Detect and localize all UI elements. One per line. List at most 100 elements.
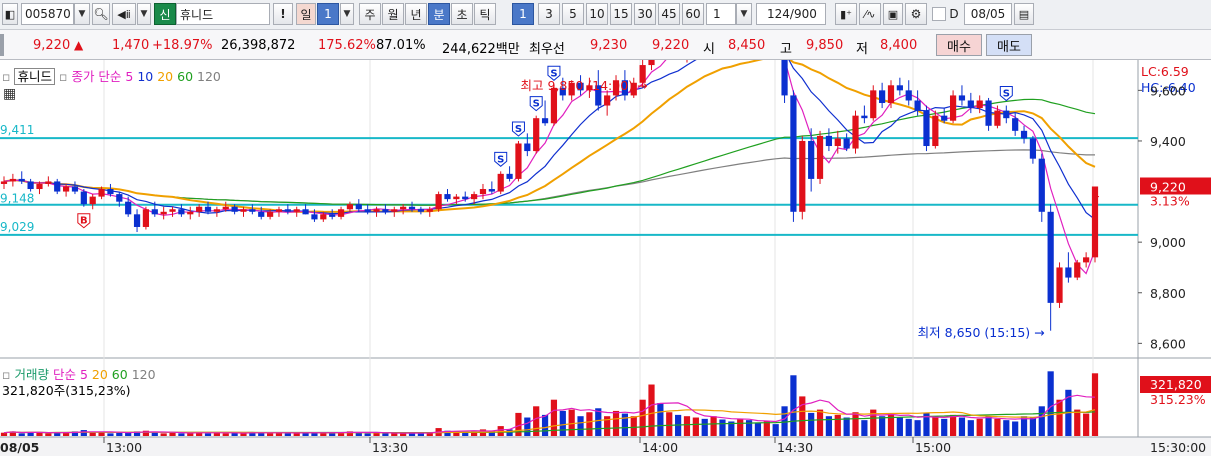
stock-code-dropdown[interactable]: ▼	[74, 3, 90, 25]
volume-ma60-line	[3, 411, 1096, 434]
buy-button[interactable]: 매수	[936, 34, 982, 56]
candle-body	[373, 209, 380, 212]
candle-body	[870, 90, 877, 119]
candle-body	[905, 90, 912, 101]
grid-icon[interactable]: ▦	[3, 86, 16, 102]
interval-dropdown[interactable]: ▼	[736, 3, 752, 25]
candle-body	[204, 206, 212, 212]
alert-button[interactable]: !	[273, 3, 293, 25]
interval-tab-1[interactable]: 1	[512, 3, 534, 25]
candle-body	[879, 90, 886, 104]
stock-code-input[interactable]: 005870	[21, 3, 74, 25]
view-total: /900	[789, 7, 817, 21]
interval-tab-3[interactable]: 3	[538, 3, 560, 25]
period-tab-2[interactable]: 년	[405, 3, 427, 25]
candle-body	[958, 95, 966, 101]
interval-tab-30[interactable]: 30	[634, 3, 656, 25]
speaker-dropdown[interactable]: ▼	[137, 3, 151, 25]
candle-body	[249, 209, 256, 212]
level-label-1: 9,148	[0, 192, 34, 206]
volume-bar	[719, 419, 726, 436]
open-price: 8,450	[728, 38, 766, 53]
compare-icon[interactable]: ▮⁺	[835, 3, 857, 25]
gear-icon[interactable]: ⚙	[905, 3, 927, 25]
stock-name-field[interactable]: 휴니드	[176, 3, 270, 25]
calendar-icon[interactable]: ▤	[1014, 3, 1034, 25]
volume-bar	[949, 414, 957, 436]
candle-body	[89, 196, 96, 205]
ma20-label[interactable]: 20	[157, 69, 173, 84]
candle-body	[160, 211, 167, 215]
search-icon[interactable]: 🔍︎	[92, 3, 110, 25]
volume-bar	[657, 403, 664, 436]
candle-body	[27, 181, 34, 190]
ma-label[interactable]: 종가 단순	[71, 69, 121, 84]
period-tab-5[interactable]: 틱	[474, 3, 496, 25]
quote-bar-grip	[0, 34, 4, 56]
candle-body	[887, 85, 895, 104]
period-daily-button[interactable]: 일	[296, 3, 316, 25]
volume-pct-label: 315.23%	[1150, 392, 1206, 407]
candle-body	[45, 181, 52, 184]
layout-icon[interactable]: ◧	[2, 3, 18, 25]
d-checkbox[interactable]	[932, 7, 946, 21]
period-tab-0[interactable]: 주	[359, 3, 381, 25]
volume-bar	[284, 433, 291, 436]
volume-bar	[772, 424, 779, 436]
candle-body	[213, 209, 220, 212]
candle-body	[479, 189, 487, 195]
candle-body	[843, 138, 850, 149]
view-count: 124	[767, 7, 790, 21]
time-label-6: 15:30:00	[1150, 440, 1206, 455]
candle-body	[471, 194, 478, 200]
price-legend: ▫ 휴니드 ▫ 종가 단순 5 10 20 60 120	[2, 66, 221, 85]
trendline-icon[interactable]: ⁄∿	[859, 3, 881, 25]
candle-body	[36, 183, 43, 190]
candle-body	[0, 181, 8, 184]
volume-bar	[666, 412, 673, 436]
period-tab-1[interactable]: 월	[382, 3, 404, 25]
candle-body	[337, 209, 345, 217]
period-tab-3[interactable]: 분	[428, 3, 450, 25]
ma60-label[interactable]: 60	[177, 69, 193, 84]
volume-bar	[1029, 417, 1037, 436]
ma120-label[interactable]: 120	[197, 69, 221, 84]
vma120-label[interactable]: 120	[132, 367, 156, 382]
date-field[interactable]: 08/05	[964, 3, 1012, 25]
ma5-label[interactable]: 5	[125, 69, 133, 84]
candle-body	[1065, 267, 1072, 278]
candle-body	[799, 140, 806, 212]
candle-body	[949, 95, 957, 121]
ma10-label[interactable]: 10	[137, 69, 153, 84]
volume-ma5-line	[3, 394, 1096, 434]
period-num-dropdown[interactable]: ▼	[340, 3, 354, 25]
sell-button[interactable]: 매도	[986, 34, 1032, 56]
legend-stock-name[interactable]: 휴니드	[14, 68, 55, 85]
volume-bar	[799, 396, 806, 436]
candle-body	[222, 206, 229, 210]
volume-bar	[967, 420, 974, 436]
volume-bar	[834, 414, 841, 436]
save-icon[interactable]: ▣	[883, 3, 903, 25]
best-ask-label: 최우선	[529, 42, 565, 57]
view-count-field[interactable]: 124/900	[756, 3, 826, 25]
interval-tab-45[interactable]: 45	[658, 3, 680, 25]
price-chart[interactable]: 9,4119,1489,029 BSSSSS최고 9,850 (14:00) →최…	[0, 60, 1211, 456]
interval-tab-60[interactable]: 60	[682, 3, 704, 25]
interval-tab-15[interactable]: 15	[610, 3, 632, 25]
price-tick-label-4: 8,600	[1150, 336, 1186, 351]
candle-body	[80, 191, 87, 205]
period-num-field[interactable]: 1	[317, 3, 339, 25]
candle-body	[329, 214, 336, 217]
period-tab-4[interactable]: 초	[451, 3, 473, 25]
candle-body	[311, 214, 318, 220]
speaker-icon[interactable]: ◀ⅱ	[112, 3, 136, 25]
time-label-4: 14:30	[777, 440, 813, 455]
interval-tab-10[interactable]: 10	[586, 3, 608, 25]
volume-value: 321,820주(315,23%)	[2, 383, 131, 398]
time-label-3: 14:00	[642, 440, 678, 455]
interval-select[interactable]: 1	[706, 3, 736, 25]
interval-tab-5[interactable]: 5	[562, 3, 584, 25]
candle-body	[515, 143, 522, 179]
volume-bar	[790, 375, 797, 436]
